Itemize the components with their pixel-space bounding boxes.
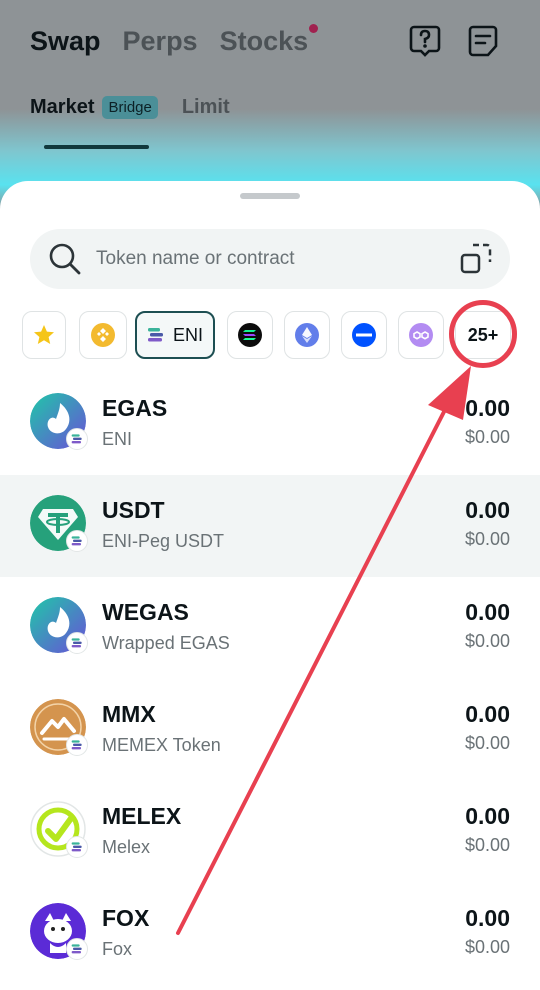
token-name: Melex bbox=[102, 837, 151, 857]
token-symbol: FOX bbox=[102, 905, 150, 931]
mode-tabs: Swap Perps Stocks bbox=[30, 24, 319, 57]
token-row-melex[interactable]: MELEX Melex 0.00 $0.00 bbox=[0, 781, 540, 883]
token-select-sheet: Token name or contract ENI 25+ EGAS ENI … bbox=[0, 181, 540, 990]
tab-swap[interactable]: Swap bbox=[30, 26, 101, 57]
token-name: ENI bbox=[102, 429, 133, 449]
header-actions bbox=[408, 24, 500, 58]
token-list: EGAS ENI 0.00 $0.00 USDT ENI-Peg USDT 0.… bbox=[0, 373, 540, 985]
token-name: MEMEX Token bbox=[102, 735, 221, 755]
bridge-badge: Bridge bbox=[102, 96, 158, 119]
search-input[interactable]: Token name or contract bbox=[96, 248, 295, 270]
token-balance: 0.00 bbox=[465, 905, 510, 931]
token-balance: 0.00 bbox=[465, 395, 510, 421]
search-bar[interactable]: Token name or contract bbox=[30, 229, 510, 289]
chain-chip-bnb[interactable] bbox=[79, 311, 127, 359]
token-usd-value: $0.00 bbox=[464, 631, 510, 651]
help-icon[interactable] bbox=[408, 24, 442, 58]
annotation-circle bbox=[449, 300, 517, 368]
eni-chain-icon bbox=[147, 328, 163, 342]
token-balance: 0.00 bbox=[465, 599, 510, 625]
solana-icon bbox=[238, 323, 262, 347]
drag-handle[interactable] bbox=[240, 193, 300, 199]
token-name: Wrapped EGAS bbox=[102, 633, 230, 653]
orders-icon[interactable] bbox=[466, 24, 500, 58]
base-chain-icon bbox=[352, 323, 376, 347]
token-usd-value: $0.00 bbox=[464, 835, 510, 855]
token-usd-value: $0.00 bbox=[464, 529, 510, 549]
bnb-chain-icon bbox=[91, 323, 115, 347]
token-row-mmx[interactable]: MMX MEMEX Token 0.00 $0.00 bbox=[0, 679, 540, 781]
ethereum-icon bbox=[295, 323, 319, 347]
eni-badge-icon bbox=[66, 530, 88, 552]
chain-chip-polygon[interactable] bbox=[398, 311, 444, 359]
notification-dot bbox=[309, 24, 319, 33]
token-row-egas[interactable]: EGAS ENI 0.00 $0.00 bbox=[0, 373, 540, 475]
token-usd-value: $0.00 bbox=[464, 937, 510, 957]
token-name: ENI-Peg USDT bbox=[102, 531, 225, 551]
token-row-usdt[interactable]: USDT ENI-Peg USDT 0.00 $0.00 bbox=[0, 475, 540, 577]
trade-type-tabs: Market Bridge Limit bbox=[30, 96, 230, 119]
token-symbol: MELEX bbox=[102, 803, 182, 829]
eni-badge-icon bbox=[66, 632, 88, 654]
star-icon bbox=[34, 325, 54, 344]
token-name: Fox bbox=[102, 939, 133, 959]
token-symbol: USDT bbox=[102, 497, 165, 523]
eni-badge-icon bbox=[66, 428, 88, 450]
tab-stocks[interactable]: Stocks bbox=[220, 26, 309, 56]
token-symbol: WEGAS bbox=[102, 599, 189, 625]
token-usd-value: $0.00 bbox=[464, 427, 510, 447]
active-tab-indicator bbox=[44, 145, 149, 149]
top-header: Swap Perps Stocks Market Bridge Limit bbox=[0, 0, 540, 210]
polygon-icon bbox=[409, 323, 433, 347]
token-balance: 0.00 bbox=[465, 497, 510, 523]
token-balance: 0.00 bbox=[465, 803, 510, 829]
eni-badge-icon bbox=[66, 734, 88, 756]
tab-stocks-wrapper[interactable]: Stocks bbox=[220, 24, 319, 57]
search-icon bbox=[49, 243, 81, 275]
token-balance: 0.00 bbox=[465, 701, 510, 727]
chain-chip-solana[interactable] bbox=[227, 311, 273, 359]
chain-chip-label: ENI bbox=[172, 324, 203, 345]
chain-chip-ethereum[interactable] bbox=[284, 311, 330, 359]
scan-icon[interactable] bbox=[460, 243, 492, 275]
token-symbol: MMX bbox=[102, 701, 156, 727]
token-usd-value: $0.00 bbox=[464, 733, 510, 753]
token-row-wegas[interactable]: WEGAS Wrapped EGAS 0.00 $0.00 bbox=[0, 577, 540, 679]
token-symbol: EGAS bbox=[102, 395, 168, 421]
chain-chip-favorites[interactable] bbox=[22, 311, 66, 359]
eni-badge-icon bbox=[66, 938, 88, 960]
tab-market[interactable]: Market bbox=[30, 96, 94, 119]
token-row-fox[interactable]: FOX Fox 0.00 $0.00 bbox=[0, 883, 540, 985]
eni-badge-icon bbox=[66, 836, 88, 858]
tab-perps[interactable]: Perps bbox=[123, 26, 198, 57]
tab-limit[interactable]: Limit bbox=[182, 96, 230, 119]
chain-chip-base[interactable] bbox=[341, 311, 387, 359]
chain-chip-eni[interactable]: ENI bbox=[135, 311, 215, 359]
